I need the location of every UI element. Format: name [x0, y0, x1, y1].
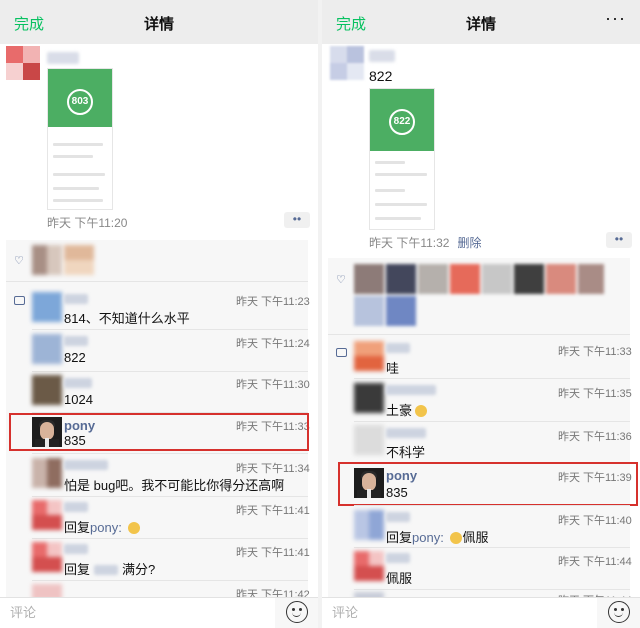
smirk-emoji-icon — [128, 522, 141, 534]
comment-text: 回复pony: 佩服 — [386, 530, 489, 545]
commenter-name[interactable] — [64, 544, 88, 554]
post-time: 昨天 下午11:32 删除 — [369, 236, 482, 250]
left-moment-detail-screen: 完成 详情 803 昨天 下午11:20 •• ♡ 昨天 下午11:23 814… — [0, 0, 318, 628]
comment-time: 昨天 下午11:34 — [236, 463, 310, 475]
post-time: 昨天 下午11:20 — [47, 216, 128, 230]
comment-input[interactable]: 评论 — [0, 598, 275, 628]
comment-time: 昨天 下午11:35 — [558, 388, 632, 400]
divider — [328, 334, 630, 335]
commenter-name[interactable] — [386, 385, 436, 395]
sweat-emoji-icon — [450, 532, 463, 544]
post-text: 822 — [369, 68, 393, 84]
heart-icon: ♡ — [336, 274, 346, 286]
commenter-name[interactable] — [386, 343, 410, 353]
commenter-name[interactable] — [386, 428, 426, 438]
comment-time: 昨天 下午11:41 — [236, 547, 310, 559]
liker-avatar[interactable] — [32, 245, 62, 275]
comment-icon — [336, 348, 347, 357]
comment-time: 昨天 下午11:33 — [558, 346, 632, 358]
commenter-avatar[interactable] — [32, 334, 62, 364]
poster-name[interactable] — [47, 52, 79, 64]
reply-target-name[interactable]: pony — [90, 520, 118, 535]
navbar: 完成 详情 ··· — [322, 0, 640, 44]
page-title: 详情 — [143, 16, 174, 33]
poster-name[interactable] — [369, 50, 395, 62]
comment-text: 不科学 — [386, 445, 426, 460]
commenter-name[interactable] — [64, 378, 92, 388]
liker-avatar[interactable] — [64, 245, 94, 275]
comment-text: 怕是 bug吧。我不可能比你得分还高啊 — [64, 478, 285, 493]
grin-emoji-icon — [415, 405, 428, 417]
commenter-avatar[interactable] — [354, 341, 384, 371]
poster-avatar[interactable] — [6, 46, 40, 80]
comment-input-bar: 评论 — [0, 597, 318, 628]
post-image[interactable]: 803 — [47, 68, 113, 210]
page-title: 详情 — [465, 16, 496, 33]
commenter-avatar[interactable] — [32, 458, 62, 488]
comment-time: 昨天 下午11:44 — [558, 556, 632, 568]
comment-input-bar: 评论 — [322, 597, 640, 628]
emoji-icon[interactable] — [286, 601, 308, 623]
comment-time: 昨天 下午11:24 — [236, 338, 310, 350]
comment-time: 昨天 下午11:23 — [236, 296, 310, 308]
comment-text: 1024 — [64, 392, 93, 407]
comment-text: 回复pony: — [64, 517, 141, 536]
commenter-avatar[interactable] — [354, 510, 384, 540]
comment-input[interactable]: 评论 — [322, 598, 597, 628]
delete-button[interactable]: 删除 — [457, 236, 481, 250]
more-dots-icon[interactable]: •• — [284, 212, 310, 228]
heart-icon: ♡ — [14, 255, 24, 267]
more-dots-icon[interactable]: •• — [606, 232, 632, 248]
comment-time: 昨天 下午11:30 — [236, 379, 310, 391]
commenter-avatar[interactable] — [354, 383, 384, 413]
commenter-avatar[interactable] — [32, 375, 62, 405]
score-badge: 822 — [389, 109, 415, 135]
comment-text: 哇 — [386, 361, 400, 376]
reply-target-name[interactable]: pony — [412, 530, 440, 545]
commenter-avatar[interactable] — [354, 551, 384, 581]
comment-text: 土豪 — [386, 400, 428, 419]
comment-time: 昨天 下午11:40 — [558, 515, 632, 527]
highlight-box — [338, 462, 638, 506]
more-icon[interactable]: ··· — [605, 8, 626, 29]
comment-time: 昨天 下午11:41 — [236, 505, 310, 517]
commenter-name[interactable] — [64, 294, 88, 304]
comment-text: 回复 满分? — [64, 562, 156, 577]
commenter-avatar[interactable] — [32, 500, 62, 530]
commenter-avatar[interactable] — [32, 542, 62, 572]
comment-text: 佩服 — [386, 571, 413, 586]
emoji-icon[interactable] — [608, 601, 630, 623]
post-image[interactable]: 822 — [369, 88, 435, 230]
score-badge: 803 — [67, 89, 93, 115]
commenter-name[interactable] — [386, 512, 410, 522]
highlight-box — [9, 413, 309, 451]
commenter-name[interactable] — [386, 553, 410, 563]
navbar: 完成 详情 — [0, 0, 318, 44]
comment-text: 814、不知道什么水平 — [64, 311, 190, 326]
comment-icon — [14, 296, 25, 305]
commenter-name[interactable] — [64, 460, 108, 470]
commenter-name[interactable] — [64, 502, 88, 512]
commenter-avatar[interactable] — [354, 425, 384, 455]
poster-avatar[interactable] — [330, 46, 364, 80]
commenter-avatar[interactable] — [32, 292, 62, 322]
likers-avatars[interactable] — [354, 264, 604, 328]
commenter-name[interactable] — [64, 336, 88, 346]
divider — [6, 281, 308, 282]
right-moment-detail-screen: 完成 详情 ··· 822 822 昨天 下午11:32 删除 •• ♡ 昨天 … — [322, 0, 640, 628]
comment-time: 昨天 下午11:36 — [558, 431, 632, 443]
comment-text: 822 — [64, 350, 86, 365]
